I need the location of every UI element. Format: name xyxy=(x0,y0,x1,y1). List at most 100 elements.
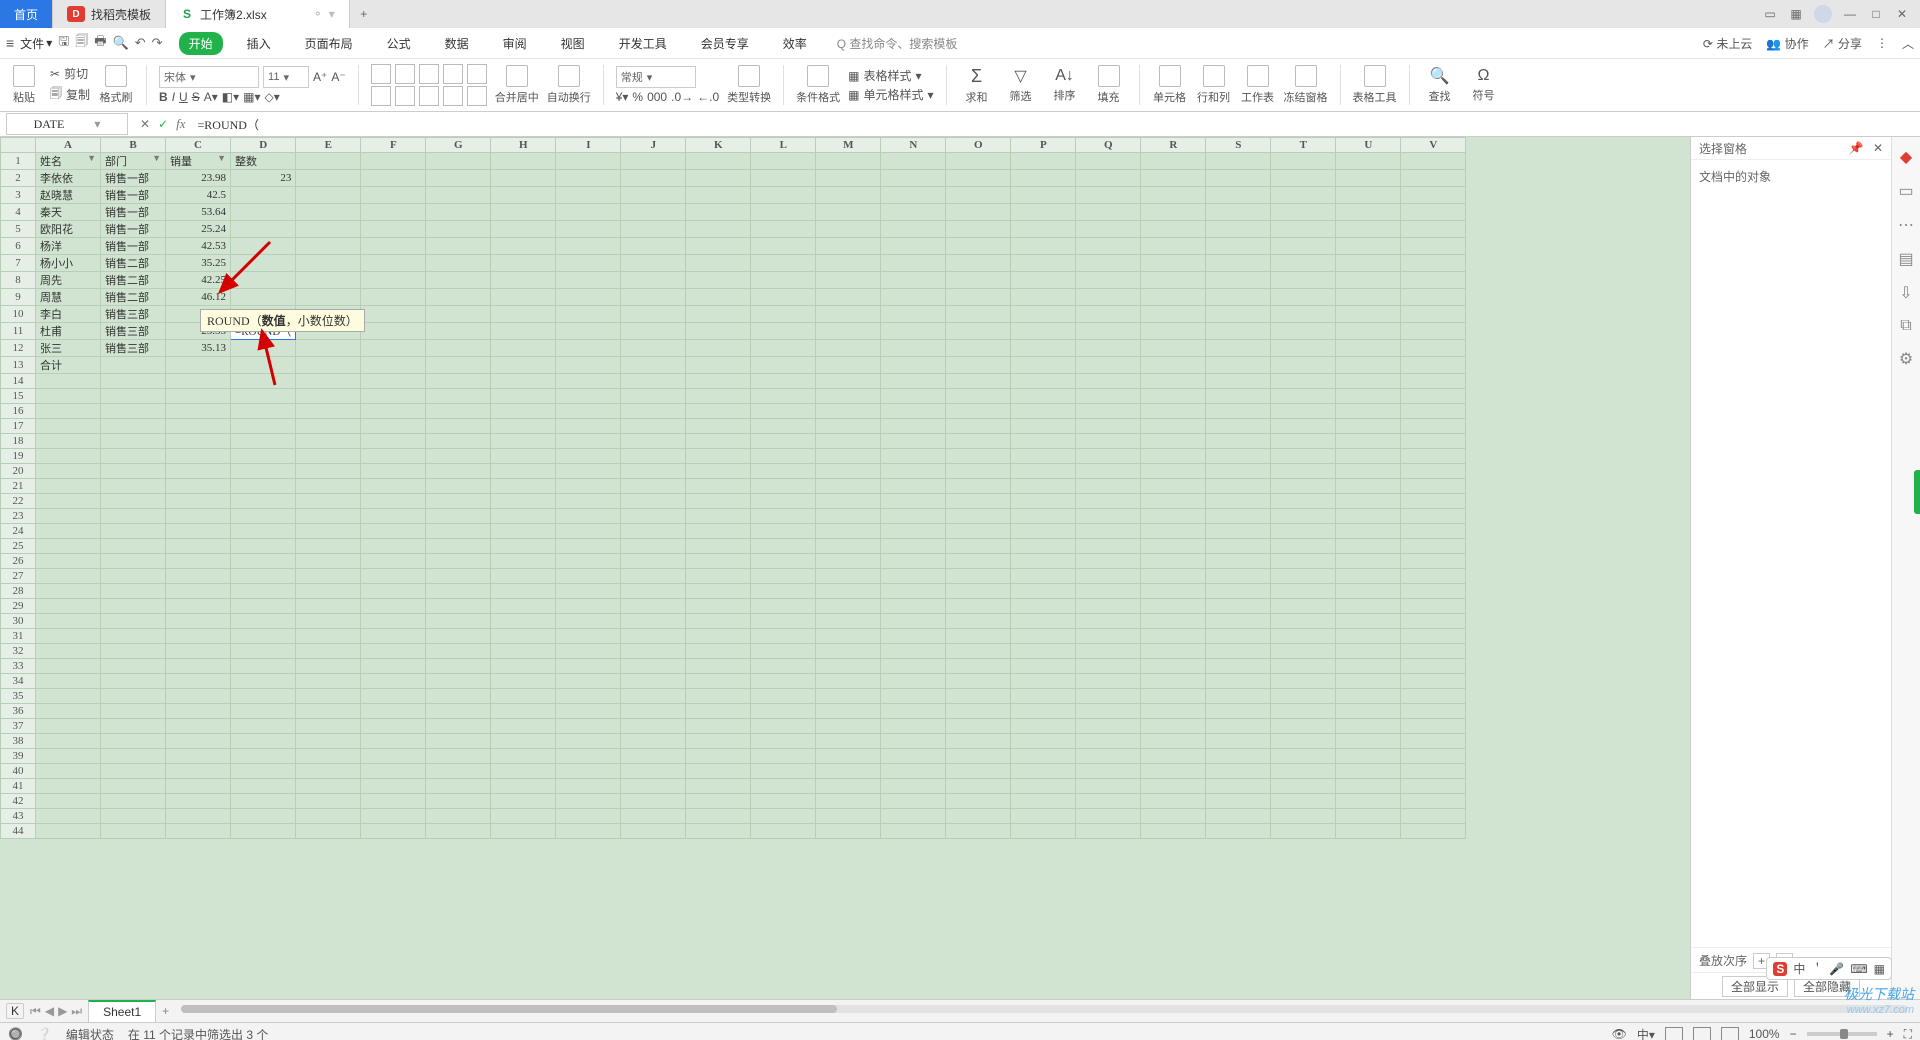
cell[interactable] xyxy=(36,464,101,479)
record-icon[interactable]: 🔘 xyxy=(8,1027,23,1040)
cell[interactable] xyxy=(166,764,231,779)
ribbon-tab-insert[interactable]: 插入 xyxy=(237,32,281,55)
cell[interactable] xyxy=(101,614,166,629)
cell[interactable] xyxy=(816,689,881,704)
paste-button[interactable]: 粘贴 xyxy=(6,65,42,105)
cell[interactable] xyxy=(1271,689,1336,704)
col-header[interactable]: H xyxy=(491,138,556,153)
more-icon[interactable]: ⋮ xyxy=(1876,36,1888,50)
cell[interactable] xyxy=(556,569,621,584)
cell[interactable] xyxy=(36,809,101,824)
cell[interactable] xyxy=(686,809,751,824)
cell[interactable] xyxy=(231,629,296,644)
cell[interactable] xyxy=(296,689,361,704)
cell[interactable] xyxy=(1011,824,1076,839)
side-select-icon[interactable]: ▭ xyxy=(1898,181,1913,201)
cell[interactable] xyxy=(1206,374,1271,389)
cell[interactable] xyxy=(231,238,296,255)
cell[interactable] xyxy=(426,170,491,187)
cell[interactable] xyxy=(881,204,946,221)
cell[interactable] xyxy=(1401,238,1466,255)
cell[interactable] xyxy=(621,404,686,419)
cell[interactable] xyxy=(1271,779,1336,794)
cell[interactable] xyxy=(296,584,361,599)
cell[interactable] xyxy=(36,794,101,809)
cell[interactable] xyxy=(751,704,816,719)
cell[interactable] xyxy=(1076,449,1141,464)
cell[interactable] xyxy=(1076,584,1141,599)
cell[interactable] xyxy=(881,674,946,689)
align-top-icon[interactable] xyxy=(371,64,391,84)
cell[interactable] xyxy=(166,719,231,734)
row-header[interactable]: 38 xyxy=(1,734,36,749)
cell[interactable] xyxy=(36,374,101,389)
ribbon-tab-view[interactable]: 视图 xyxy=(551,32,595,55)
cell[interactable]: 杨洋 xyxy=(36,238,101,255)
cell[interactable] xyxy=(1271,824,1336,839)
row-header[interactable]: 9 xyxy=(1,289,36,306)
cell[interactable] xyxy=(296,238,361,255)
cell[interactable] xyxy=(1336,809,1401,824)
cell[interactable] xyxy=(1271,204,1336,221)
cell[interactable] xyxy=(946,659,1011,674)
cell[interactable] xyxy=(1076,238,1141,255)
cell[interactable] xyxy=(1271,584,1336,599)
cell[interactable] xyxy=(36,629,101,644)
cell[interactable] xyxy=(556,764,621,779)
cell[interactable] xyxy=(361,449,426,464)
col-header[interactable]: D xyxy=(231,138,296,153)
cell[interactable] xyxy=(946,599,1011,614)
cell[interactable] xyxy=(231,204,296,221)
cell[interactable] xyxy=(751,238,816,255)
cell[interactable] xyxy=(946,272,1011,289)
cell[interactable] xyxy=(621,419,686,434)
cell[interactable] xyxy=(1271,389,1336,404)
ime-grid-icon[interactable]: ▦ xyxy=(1874,962,1885,976)
cell[interactable] xyxy=(166,794,231,809)
cell[interactable] xyxy=(816,289,881,306)
qat-save-icon[interactable]: 🖫 xyxy=(58,32,69,54)
cell[interactable] xyxy=(816,674,881,689)
cell[interactable] xyxy=(1206,357,1271,374)
cell[interactable] xyxy=(1011,374,1076,389)
cell[interactable] xyxy=(1271,255,1336,272)
cell[interactable] xyxy=(296,674,361,689)
cell[interactable] xyxy=(751,434,816,449)
cell[interactable] xyxy=(1076,306,1141,323)
cell[interactable] xyxy=(166,524,231,539)
cell[interactable] xyxy=(881,719,946,734)
row-header[interactable]: 43 xyxy=(1,809,36,824)
cell[interactable] xyxy=(686,749,751,764)
cell[interactable] xyxy=(231,419,296,434)
cell[interactable] xyxy=(491,779,556,794)
sort-button[interactable]: A↓排序 xyxy=(1047,67,1083,103)
strike-button[interactable]: S xyxy=(192,90,200,104)
cell[interactable] xyxy=(751,719,816,734)
cell[interactable] xyxy=(1206,779,1271,794)
cell[interactable] xyxy=(621,554,686,569)
cell[interactable] xyxy=(1076,689,1141,704)
cell[interactable] xyxy=(686,238,751,255)
cell[interactable] xyxy=(881,809,946,824)
cell[interactable] xyxy=(491,238,556,255)
layout2-icon[interactable]: ▦ xyxy=(1788,7,1804,21)
cell[interactable] xyxy=(1401,584,1466,599)
cell[interactable] xyxy=(1401,824,1466,839)
col-header[interactable]: J xyxy=(621,138,686,153)
cell[interactable] xyxy=(491,614,556,629)
row-header[interactable]: 34 xyxy=(1,674,36,689)
tab-close-icon[interactable]: ▾ xyxy=(329,7,335,21)
cell[interactable] xyxy=(621,629,686,644)
cell[interactable] xyxy=(686,357,751,374)
cell[interactable] xyxy=(1011,659,1076,674)
cell[interactable] xyxy=(296,794,361,809)
cell[interactable] xyxy=(751,449,816,464)
cell[interactable] xyxy=(296,340,361,357)
cell[interactable] xyxy=(166,509,231,524)
cell[interactable] xyxy=(881,524,946,539)
currency-icon[interactable]: ¥▾ xyxy=(616,90,629,104)
cell[interactable] xyxy=(816,187,881,204)
cell[interactable] xyxy=(426,238,491,255)
cell[interactable] xyxy=(361,204,426,221)
underline-button[interactable]: U xyxy=(179,90,188,104)
